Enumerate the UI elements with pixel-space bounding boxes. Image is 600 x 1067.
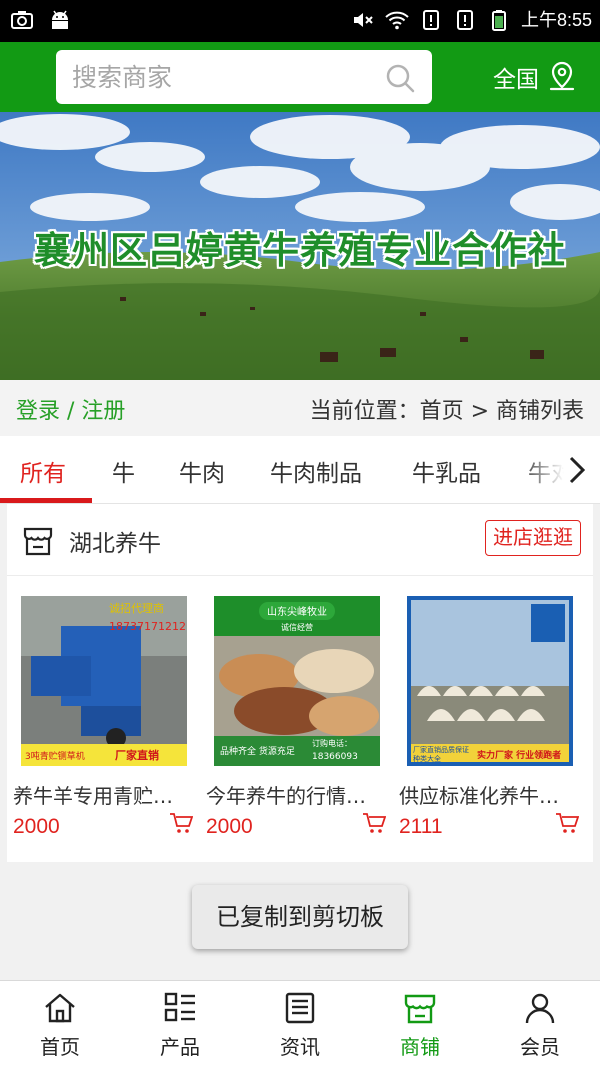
shop-icon <box>23 527 53 556</box>
news-icon <box>285 992 315 1024</box>
location-pin-icon <box>549 61 575 91</box>
product-grid-icon <box>164 992 195 1022</box>
enter-shop-button[interactable]: 进店逛逛 <box>485 520 581 556</box>
image-caption: 18366093 <box>312 752 358 762</box>
status-bar: 上午8:55 <box>0 0 600 42</box>
nav-home[interactable]: 首页 <box>0 981 120 1067</box>
product-name: 供应标准化养牛… <box>399 784 559 808</box>
region-selector[interactable]: 全国 <box>493 60 577 94</box>
wifi-icon <box>385 11 409 30</box>
search-input[interactable] <box>72 50 372 104</box>
product-image: 诚招代理商 18737171212 3吨青贮铡草机 厂家直销 <box>21 596 187 766</box>
cart-icon[interactable] <box>362 812 386 834</box>
bottom-nav: 首页 产品 资讯 商铺 会员 <box>0 980 600 1067</box>
cart-icon[interactable] <box>169 812 193 834</box>
product-name: 今年养牛的行情… <box>206 784 366 808</box>
tab-all[interactable]: 所有 <box>20 454 66 488</box>
tab-beef[interactable]: 牛肉 <box>179 454 225 488</box>
nav-news[interactable]: 资讯 <box>240 981 360 1067</box>
image-caption: 品种齐全 货源充足 <box>220 745 295 757</box>
sim1-signal-icon <box>422 10 439 30</box>
mute-icon <box>353 13 373 27</box>
screenshot-icon <box>11 11 33 29</box>
banner-title: 襄州区吕婷黄牛养殖专业合作社 <box>34 228 566 272</box>
image-caption: 诚招代理商 <box>109 601 164 615</box>
nav-member[interactable]: 会员 <box>480 981 600 1067</box>
product-card[interactable]: 山东尖峰牧业 诚信经营 品种齐全 货源充足 订购电话： 18366093 今年养… <box>206 596 386 839</box>
nav-label: 资讯 <box>280 1035 320 1059</box>
shop-name: 湖北养牛 <box>69 531 161 557</box>
product-card[interactable]: 厂家直销 品质保证 种类大全 实力厂家 行业领跑者 供应标准化养牛… 2111 <box>399 596 579 839</box>
breadcrumb-bar: 登录 / 注册 当前位置：首页 > 商铺列表 <box>0 380 600 436</box>
tab-dairy[interactable]: 牛乳品 <box>412 454 481 488</box>
store-icon <box>404 994 436 1024</box>
image-caption: 厂家直销 <box>413 745 441 754</box>
nav-products[interactable]: 产品 <box>120 981 240 1067</box>
product-image: 山东尖峰牧业 诚信经营 品种齐全 货源充足 订购电话： 18366093 <box>214 596 380 766</box>
image-caption: 诚信经营 <box>281 622 313 632</box>
home-icon <box>45 993 75 1023</box>
image-caption: 品质保证 <box>441 745 469 754</box>
nav-label: 会员 <box>520 1035 560 1059</box>
search-icon[interactable] <box>384 62 416 94</box>
product-name: 养牛羊专用青贮… <box>13 784 173 808</box>
shop-card: 湖北养牛 进店逛逛 诚招代理商 18737171212 3吨青贮铡草机 厂家直销… <box>7 504 593 862</box>
shop-banner[interactable]: 襄州区吕婷黄牛养殖专业合作社 <box>0 112 600 380</box>
product-price: 2111 <box>399 815 443 838</box>
tab-beef-products[interactable]: 牛肉制品 <box>270 454 362 488</box>
shop-header[interactable]: 湖北养牛 进店逛逛 <box>7 504 593 576</box>
header-bar: 全国 <box>0 42 600 112</box>
app-root: 上午8:55 全国 <box>0 0 600 1067</box>
product-price: 2000 <box>206 815 253 838</box>
clock-text: 上午8:55 <box>520 10 592 30</box>
product-image: 厂家直销 品质保证 种类大全 实力厂家 行业领跑者 <box>407 596 573 766</box>
image-caption: 厂家直销 <box>115 748 159 762</box>
product-card[interactable]: 诚招代理商 18737171212 3吨青贮铡草机 厂家直销 养牛羊专用青贮… … <box>13 596 193 839</box>
battery-icon <box>491 10 506 31</box>
image-caption: 18737171212 <box>109 620 186 633</box>
image-caption: 种类大全 <box>413 754 441 763</box>
toast-message: 已复制到剪切板 <box>192 885 408 949</box>
nav-stores[interactable]: 商铺 <box>360 981 480 1067</box>
category-tabs: 所有 牛 牛肉 牛肉制品 牛乳品 牛对 <box>0 436 600 504</box>
breadcrumb: 当前位置：首页 > 商铺列表 <box>309 399 584 424</box>
cart-icon[interactable] <box>555 812 579 834</box>
chevron-right-icon[interactable] <box>566 455 588 485</box>
sim2-signal-icon <box>456 10 473 30</box>
nav-label: 产品 <box>160 1035 200 1059</box>
nav-label: 商铺 <box>400 1035 440 1059</box>
image-caption: 山东尖峰牧业 <box>267 605 327 618</box>
search-box[interactable] <box>56 50 432 104</box>
nav-label: 首页 <box>40 1035 80 1059</box>
android-icon <box>52 10 68 29</box>
image-caption: 订购电话： <box>312 738 352 748</box>
login-register-link[interactable]: 登录 / 注册 <box>16 393 125 425</box>
user-icon <box>525 993 555 1024</box>
product-price: 2000 <box>13 815 60 838</box>
tab-cattle[interactable]: 牛 <box>112 454 135 488</box>
image-caption: 3吨青贮铡草机 <box>25 750 85 762</box>
image-caption: 实力厂家 行业领跑者 <box>477 749 561 761</box>
region-label: 全国 <box>493 67 539 93</box>
